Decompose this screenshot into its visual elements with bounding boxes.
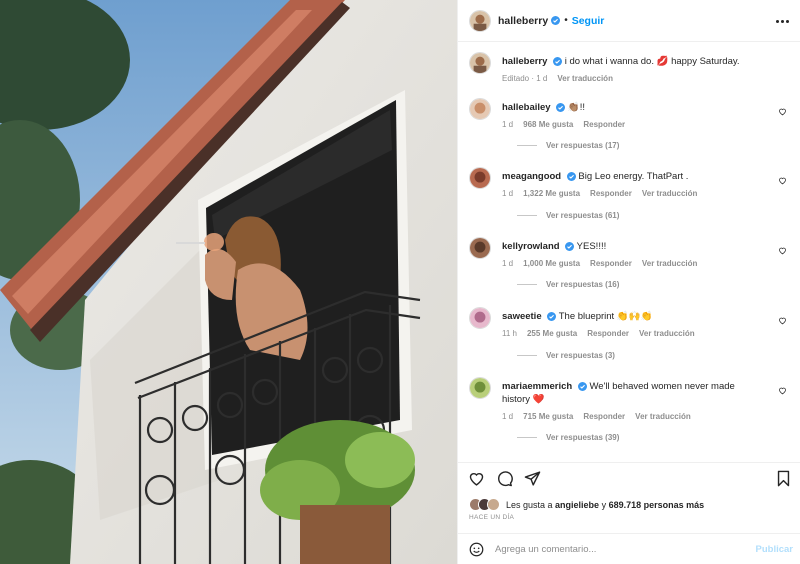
- comment-item: saweetie The blueprint 👏🙌👏 11 h 255 Me g…: [469, 307, 795, 360]
- author-avatar[interactable]: [469, 9, 491, 32]
- comment-username[interactable]: hallebailey: [502, 102, 551, 113]
- view-replies-button[interactable]: Ver respuestas (61): [517, 211, 619, 220]
- comment-username[interactable]: meagangood: [502, 171, 561, 182]
- comment-reply-button[interactable]: Responder: [587, 327, 629, 340]
- comment-item: kellyrowland YES!!!! 1 d 1,000 Me gusta …: [469, 237, 795, 289]
- comment-item: meagangood Big Leo energy. ThatPart . 1 …: [469, 167, 795, 220]
- verified-badge-icon: [577, 381, 587, 391]
- like-comment-heart-icon[interactable]: [778, 386, 787, 395]
- comment-text: Big Leo energy. ThatPart .: [578, 171, 689, 182]
- add-comment-bar: Publicar: [458, 533, 800, 564]
- comment-reply-button[interactable]: Responder: [583, 410, 625, 423]
- comment-text: YES!!!!: [576, 241, 607, 252]
- comment-text: The blueprint 👏🙌👏: [558, 311, 653, 322]
- comment-input[interactable]: [495, 543, 735, 555]
- caption-avatar[interactable]: [469, 52, 491, 74]
- view-replies-button[interactable]: Ver respuestas (16): [517, 280, 619, 289]
- author-username[interactable]: halleberry: [498, 15, 548, 27]
- post-photo[interactable]: [0, 0, 457, 564]
- comment-translate-link[interactable]: Ver traducción: [635, 410, 691, 423]
- liker-username[interactable]: angieliebe: [555, 500, 599, 510]
- comment-item: hallebailey 👏🏽!! 1 d 968 Me gusta Respon…: [469, 98, 795, 150]
- comment-translate-link[interactable]: Ver traducción: [639, 327, 695, 340]
- like-comment-heart-icon[interactable]: [778, 316, 787, 325]
- comment-username[interactable]: kellyrowland: [502, 241, 560, 252]
- liker-avatar: [487, 498, 500, 511]
- comment-time: 1 d: [502, 259, 514, 268]
- share-icon[interactable]: [524, 470, 541, 487]
- post-caption: halleberry i do what i wanna do. 💋 happy…: [469, 52, 791, 85]
- comment-item: mariaemmerich We'll behaved women never …: [469, 377, 795, 442]
- view-replies-button[interactable]: Ver respuestas (39): [517, 433, 619, 442]
- caption-text: i do what i wanna do. 💋 happy Saturday.: [564, 56, 740, 67]
- comment-username[interactable]: mariaemmerich: [502, 381, 572, 392]
- post-side-panel: halleberry • Seguir halleberry i do what…: [457, 0, 800, 564]
- separator-dot: •: [564, 15, 568, 26]
- comment-likes[interactable]: 1,322 Me gusta: [523, 187, 580, 200]
- verified-badge-icon: [547, 311, 557, 321]
- comment-text: 👏🏽!!: [567, 102, 585, 113]
- heart-icon[interactable]: [468, 470, 485, 487]
- comment-time: 1 d: [502, 412, 514, 421]
- more-options-icon[interactable]: [776, 15, 790, 27]
- like-comment-heart-icon[interactable]: [778, 176, 787, 185]
- likes-text: Les gusta a angieliebe y 689.718 persona…: [506, 499, 705, 510]
- comment-time: 11 h: [502, 329, 517, 338]
- bookmark-icon[interactable]: [775, 470, 792, 487]
- comment-translate-link[interactable]: Ver traducción: [642, 187, 698, 200]
- like-comment-heart-icon[interactable]: [778, 107, 787, 116]
- comment-avatar[interactable]: [469, 237, 491, 259]
- comment-avatar[interactable]: [469, 377, 491, 399]
- comment-reply-button[interactable]: Responder: [590, 187, 632, 200]
- follow-button[interactable]: Seguir: [572, 15, 605, 27]
- comment-reply-button[interactable]: Responder: [583, 118, 625, 131]
- caption-edited: Editado · 1 d: [502, 74, 548, 83]
- comment-translate-link[interactable]: Ver traducción: [642, 257, 698, 270]
- likes-summary[interactable]: Les gusta a angieliebe y 689.718 persona…: [469, 498, 704, 511]
- view-replies-button[interactable]: Ver respuestas (3): [517, 351, 615, 360]
- balcony-photo: [0, 0, 457, 564]
- post-header: halleberry • Seguir: [458, 0, 800, 42]
- comment-avatar[interactable]: [469, 307, 491, 329]
- comment-icon[interactable]: [496, 470, 513, 487]
- verified-badge-icon: [566, 171, 576, 181]
- post-time: HACE UN DÍA: [469, 514, 515, 521]
- view-replies-button[interactable]: Ver respuestas (17): [517, 141, 619, 150]
- comment-likes[interactable]: 968 Me gusta: [523, 118, 573, 131]
- like-comment-heart-icon[interactable]: [778, 246, 787, 255]
- caption-username[interactable]: halleberry: [502, 56, 547, 67]
- comment-username[interactable]: saweetie: [502, 311, 542, 322]
- comment-likes[interactable]: 1,000 Me gusta: [523, 257, 580, 270]
- post-actions: Les gusta a angieliebe y 689.718 persona…: [458, 462, 800, 542]
- verified-badge-icon: [553, 56, 563, 66]
- likes-count[interactable]: 689.718 personas más: [609, 500, 705, 510]
- comment-time: 1 d: [502, 120, 514, 129]
- publish-button[interactable]: Publicar: [756, 544, 794, 555]
- comment-time: 1 d: [502, 189, 514, 198]
- verified-badge-icon: [565, 241, 575, 251]
- verified-badge-icon: [551, 16, 561, 25]
- comment-likes[interactable]: 255 Me gusta: [527, 327, 577, 340]
- comment-reply-button[interactable]: Responder: [590, 257, 632, 270]
- emoji-icon[interactable]: [469, 542, 484, 557]
- comment-avatar[interactable]: [469, 167, 491, 189]
- verified-badge-icon: [556, 102, 566, 112]
- comment-likes[interactable]: 715 Me gusta: [523, 410, 573, 423]
- comment-avatar[interactable]: [469, 98, 491, 120]
- comments-list[interactable]: halleberry i do what i wanna do. 💋 happy…: [458, 42, 800, 462]
- caption-translate-link[interactable]: Ver traducción: [557, 72, 613, 85]
